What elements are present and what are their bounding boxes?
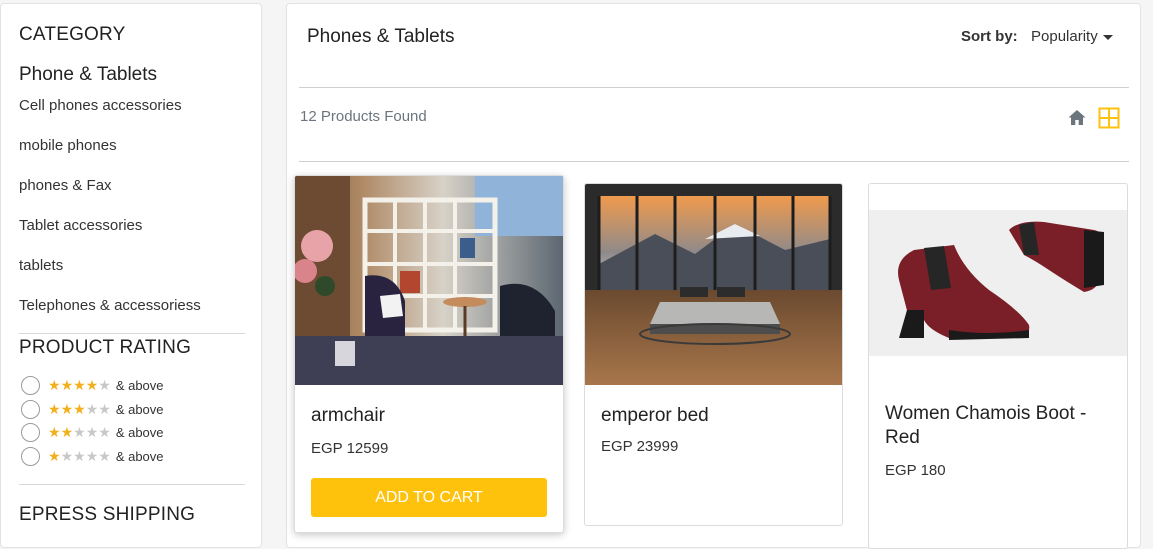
rating-filter-3[interactable]: ★★★★★ & above xyxy=(21,399,164,419)
grid-view-icon[interactable] xyxy=(1098,107,1120,129)
radio-button[interactable] xyxy=(21,422,40,442)
shipping-heading: EPRESS SHIPPING xyxy=(19,504,196,525)
home-icon[interactable] xyxy=(1067,108,1087,128)
rating-label: & above xyxy=(115,401,164,417)
star-empty-icon: ★ xyxy=(85,447,99,464)
star-filled-icon: ★ xyxy=(60,400,74,417)
star-filled-icon: ★ xyxy=(48,423,61,440)
star-rating: ★★★★★ xyxy=(48,449,111,464)
sort-dropdown[interactable]: Popularity xyxy=(1031,28,1113,45)
divider xyxy=(299,161,1129,162)
star-filled-icon: ★ xyxy=(60,423,74,440)
category-heading: CATEGORY xyxy=(19,24,126,45)
product-name[interactable]: armchair xyxy=(311,404,385,428)
product-image-boots[interactable] xyxy=(869,210,1127,356)
page-title: Phones & Tablets xyxy=(307,26,455,47)
star-filled-icon: ★ xyxy=(73,400,86,417)
product-card[interactable]: emperor bed EGP 23999 xyxy=(584,183,843,526)
divider xyxy=(19,484,245,485)
sort-value: Popularity xyxy=(1031,28,1098,45)
radio-button[interactable] xyxy=(21,375,40,395)
caret-down-icon xyxy=(1102,34,1113,40)
star-empty-icon: ★ xyxy=(98,447,111,464)
sidebar: CATEGORY Phone & Tablets Cell phones acc… xyxy=(0,3,262,548)
product-price: EGP 12599 xyxy=(311,440,389,457)
rating-label: & above xyxy=(115,377,164,393)
star-filled-icon: ★ xyxy=(48,400,61,417)
sort-label: Sort by: xyxy=(961,28,1018,45)
rating-filter-2[interactable]: ★★★★★ & above xyxy=(21,422,164,442)
product-name[interactable]: emperor bed xyxy=(601,404,709,428)
star-empty-icon: ★ xyxy=(73,423,86,440)
divider xyxy=(299,87,1129,88)
star-empty-icon: ★ xyxy=(85,400,99,417)
rating-label: & above xyxy=(115,424,164,440)
product-image-bed[interactable] xyxy=(585,184,842,385)
rating-filter-4[interactable]: ★★★★★ & above xyxy=(21,375,164,395)
product-image-armchair[interactable] xyxy=(295,176,563,385)
star-empty-icon: ★ xyxy=(98,376,111,393)
star-filled-icon: ★ xyxy=(60,376,74,393)
category-title[interactable]: Phone & Tablets xyxy=(19,64,157,86)
rating-filter-1[interactable]: ★★★★★ & above xyxy=(21,446,164,466)
rating-heading: PRODUCT RATING xyxy=(19,337,192,358)
star-rating: ★★★★★ xyxy=(48,425,111,440)
category-item-telephones-accessories[interactable]: Telephones & accessoriess xyxy=(19,297,201,314)
star-filled-icon: ★ xyxy=(48,376,61,393)
star-empty-icon: ★ xyxy=(60,447,74,464)
product-name[interactable]: Women Chamois Boot - Red xyxy=(885,402,1120,450)
product-listing: Phones & Tablets Sort by: Popularity 12 … xyxy=(286,3,1141,549)
category-item-tablet-accessories[interactable]: Tablet accessories xyxy=(19,217,142,234)
category-item-phones-fax[interactable]: phones & Fax xyxy=(19,177,112,194)
radio-button[interactable] xyxy=(21,399,40,419)
product-card[interactable]: Women Chamois Boot - Red EGP 180 xyxy=(868,183,1128,549)
star-filled-icon: ★ xyxy=(48,447,61,464)
divider xyxy=(19,333,245,334)
star-filled-icon: ★ xyxy=(73,376,86,393)
product-price: EGP 23999 xyxy=(601,438,679,455)
category-item-mobile-phones[interactable]: mobile phones xyxy=(19,137,117,154)
star-rating: ★★★★★ xyxy=(48,378,111,393)
star-empty-icon: ★ xyxy=(98,400,111,417)
product-card[interactable]: armchair EGP 12599 ADD TO CART xyxy=(294,175,564,533)
add-to-cart-button[interactable]: ADD TO CART xyxy=(311,478,547,517)
product-price: EGP 180 xyxy=(885,462,946,479)
star-filled-icon: ★ xyxy=(85,376,99,393)
rating-label: & above xyxy=(115,448,164,464)
category-item-cell-phones-accessories[interactable]: Cell phones accessories xyxy=(19,97,182,114)
star-empty-icon: ★ xyxy=(98,423,111,440)
star-rating: ★★★★★ xyxy=(48,402,111,417)
radio-button[interactable] xyxy=(21,446,40,466)
category-item-tablets[interactable]: tablets xyxy=(19,257,63,274)
products-found-count: 12 Products Found xyxy=(300,108,427,125)
star-empty-icon: ★ xyxy=(85,423,99,440)
star-empty-icon: ★ xyxy=(73,447,86,464)
